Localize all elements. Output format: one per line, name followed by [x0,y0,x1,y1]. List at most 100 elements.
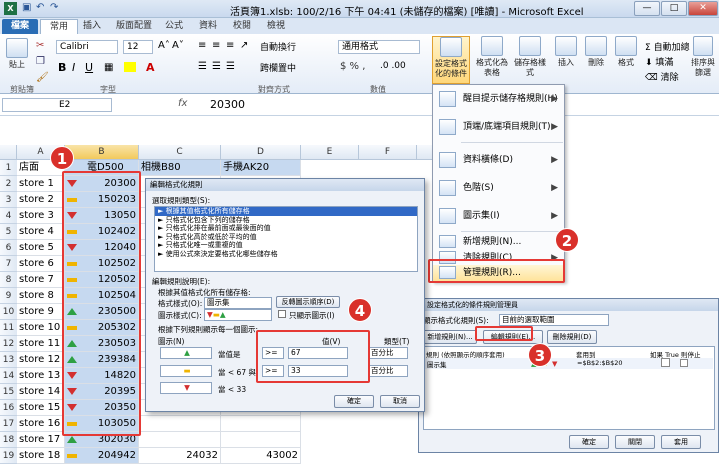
tab-insert[interactable]: 插入 [74,19,110,34]
format-painter-icon[interactable]: 🖌 [36,72,49,83]
row-header[interactable]: 14 [0,368,17,384]
tab-formulas[interactable]: 公式 [156,19,192,34]
cell-store[interactable]: store 13 [17,368,65,384]
row-header[interactable]: 10 [0,304,17,320]
row-header[interactable]: 13 [0,352,17,368]
maximize-button[interactable]: □ [661,1,687,16]
manager-apply-button[interactable]: 套用 [661,435,701,449]
menu-item-icon-sets[interactable]: 圖示集(I) ▶ [433,205,564,227]
column-header-c[interactable]: C [139,145,221,160]
minimize-button[interactable]: — [634,1,660,16]
cell-value[interactable]: 204942 [65,448,139,464]
rule-type-item[interactable]: ► 使用公式來決定要格式化哪些儲存格 [155,250,417,259]
merge-center-button[interactable]: 跨欄置中 [260,61,296,74]
menu-item-top-bottom-rules[interactable]: 頂端/底端項目規則(T) ▶ [433,116,564,138]
cell-camera[interactable]: 24032 [139,448,221,464]
font-name-box[interactable]: Calibri [56,40,118,54]
row-header[interactable]: 15 [0,384,17,400]
show-icon-only-checkbox[interactable] [278,310,286,318]
row-header[interactable]: 16 [0,400,17,416]
paste-button[interactable]: 貼上 [4,38,30,70]
sort-filter-button[interactable]: 排序與篩選 [688,36,718,78]
cell-store[interactable]: store 12 [17,352,65,368]
cell-store[interactable]: store 15 [17,400,65,416]
cell-store[interactable]: store 2 [17,192,65,208]
type-select-2[interactable]: 百分比 [368,365,408,377]
cell-phone[interactable]: 43002 [221,448,301,464]
row-header[interactable]: 8 [0,272,17,288]
rule-type-list[interactable]: ► 根據其值格式化所有儲存格 ► 只格式化包含下列的儲存格 ► 只格式化排在最前… [154,206,418,272]
stop-if-true-checkbox[interactable] [680,359,688,367]
underline-icon[interactable]: U [85,61,93,74]
row-header[interactable]: 1 [0,160,17,176]
cell-store[interactable]: store 10 [17,320,65,336]
close-button[interactable]: ✕ [688,1,718,16]
cell-store[interactable]: store 11 [17,336,65,352]
icon-style-select[interactable]: ▼▬▲ [204,309,272,321]
name-box[interactable]: E2 [2,98,112,112]
collapse-range-icon[interactable] [661,358,670,367]
reverse-icon-order-button[interactable]: 反轉圖示順序(D) [276,296,340,308]
align-center-icon[interactable]: ☰ [212,61,221,72]
row-header[interactable]: 18 [0,432,17,448]
rules-list[interactable]: 規則 (依照顯示的順序套用) 格式 套用到 如果 True 則停止 圖示集 ▲ … [423,346,715,430]
font-size-box[interactable]: 12 [123,40,153,54]
fill-button[interactable]: ⬇ 填滿 [645,55,673,68]
cell-camera[interactable] [139,416,221,432]
row-header[interactable]: 11 [0,320,17,336]
cell-store[interactable]: store 7 [17,272,65,288]
row-header[interactable]: 3 [0,192,17,208]
row-header[interactable]: 19 [0,448,17,464]
icon-select-1[interactable]: ▲ [160,347,212,359]
format-cells-button[interactable]: 格式 [612,36,640,68]
cell-store[interactable]: store 16 [17,416,65,432]
shrink-font-icon[interactable]: A˅ [172,40,184,51]
cell-camera[interactable]: 相機B80 [139,160,221,176]
align-top-icon[interactable]: ≡ [198,40,206,51]
manager-ok-button[interactable]: 確定 [569,435,609,449]
new-rule-button[interactable]: 新增規則(N)... [423,330,477,344]
orientation-icon[interactable]: ↗ [240,40,248,51]
tab-page-layout[interactable]: 版面配置 [107,19,161,34]
rule-type-item[interactable]: ► 只格式化排在最前面或最後面的值 [155,224,417,233]
column-header-d[interactable]: D [221,145,301,160]
row-header[interactable]: 6 [0,240,17,256]
currency-icon[interactable]: $ % , [340,61,365,72]
row-header[interactable]: 9 [0,288,17,304]
column-header-e[interactable]: E [301,145,359,160]
cell-store[interactable]: store 6 [17,256,65,272]
grow-font-icon[interactable]: A˄ [158,40,170,51]
row-header[interactable]: 4 [0,208,17,224]
cell-store[interactable]: store 4 [17,224,65,240]
row-header[interactable]: 2 [0,176,17,192]
dialog-cancel-button[interactable]: 取消 [380,395,420,408]
cell-store[interactable]: store 5 [17,240,65,256]
rule-type-item[interactable]: ► 根據其值格式化所有儲存格 [155,207,417,216]
insert-cells-button[interactable]: 插入 [552,36,580,68]
align-bottom-icon[interactable]: ≡ [226,40,234,51]
cell-phone[interactable] [221,416,301,432]
cell-camera[interactable] [139,432,221,448]
tab-data[interactable]: 資料 [190,19,226,34]
undo-icon[interactable]: ↶ [36,2,44,13]
wrap-text-button[interactable]: 自動換行 [260,40,296,53]
number-format-box[interactable]: 通用格式 [338,40,420,54]
column-header-b[interactable]: B [65,145,139,160]
show-rules-select[interactable]: 目前的選取範圍 [499,314,609,326]
decimal-icon[interactable]: .0 .00 [380,61,406,71]
row-header[interactable]: 7 [0,256,17,272]
rule-type-item[interactable]: ► 只格式化包含下列的儲存格 [155,216,417,225]
save-icon[interactable]: ▣ [22,2,31,13]
border-icon[interactable]: ▦ [104,62,113,73]
align-left-icon[interactable]: ☰ [198,61,207,72]
menu-item-highlight-rules[interactable]: 醒目提示儲存格規則(H) ▶ [433,88,564,110]
cell-store[interactable]: store 9 [17,304,65,320]
cell-styles-button[interactable]: 儲存格樣式 [512,36,548,78]
font-color-icon[interactable]: A [146,61,155,74]
tab-file[interactable]: 檔案 [2,19,39,34]
align-right-icon[interactable]: ☰ [226,61,235,72]
cell-store[interactable]: store 17 [17,432,65,448]
tab-view[interactable]: 檢視 [258,19,294,34]
delete-cells-button[interactable]: 刪除 [582,36,610,68]
select-all-corner[interactable] [0,145,17,160]
